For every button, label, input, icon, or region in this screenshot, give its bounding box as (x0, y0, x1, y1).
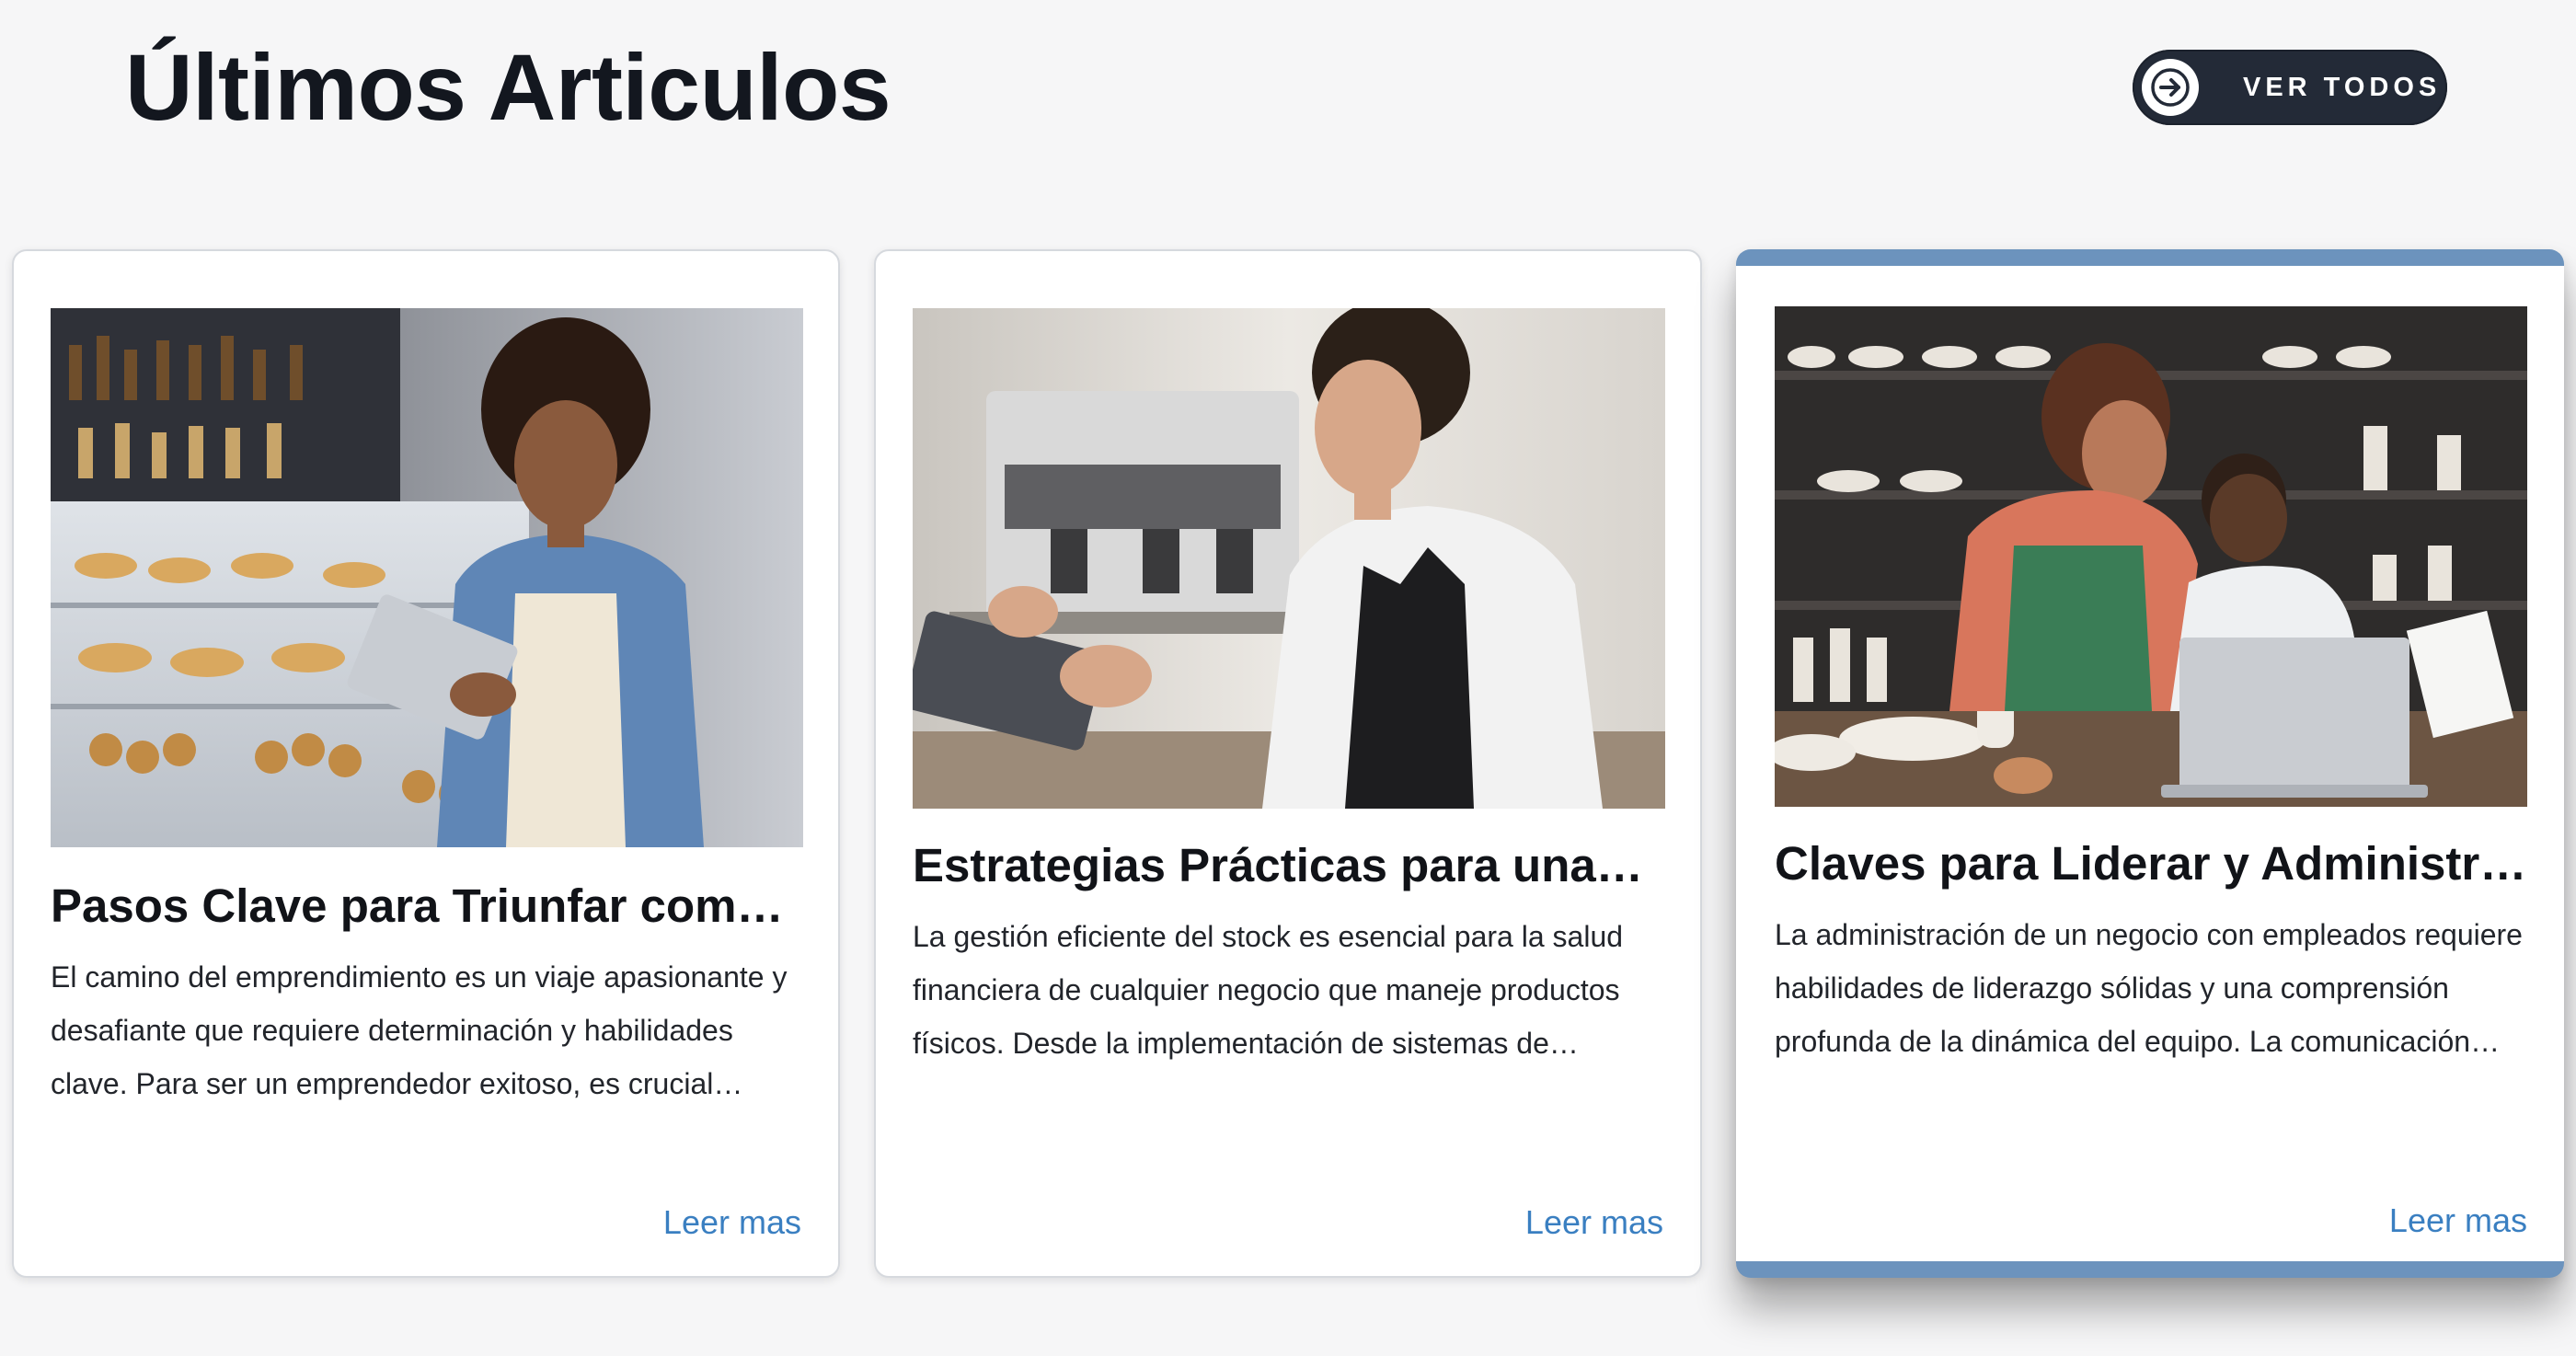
article-image[interactable] (1775, 306, 2527, 807)
article-title[interactable]: Claves para Liderar y Administrar … (1775, 834, 2527, 893)
article-excerpt: La gestión eficiente del stock es esenci… (913, 920, 1624, 1060)
article-card[interactable]: Pasos Clave para Triunfar como… El camin… (12, 249, 840, 1278)
article-image[interactable] (913, 308, 1665, 809)
article-excerpt: La administración de un negocio con empl… (1775, 918, 2523, 1058)
read-more-link[interactable]: Leer mas (1525, 1202, 1663, 1243)
article-card[interactable]: Claves para Liderar y Administrar … La a… (1736, 249, 2564, 1278)
read-more-link[interactable]: Leer mas (663, 1202, 801, 1243)
read-more-link[interactable]: Leer mas (2389, 1201, 2527, 1241)
article-image[interactable] (51, 308, 803, 847)
articles-grid: Pasos Clave para Triunfar como… El camin… (0, 0, 2576, 1356)
article-excerpt: El camino del emprendimiento es un viaje… (51, 960, 788, 1100)
article-title[interactable]: Estrategias Prácticas para una… (913, 836, 1665, 895)
article-card[interactable]: Estrategias Prácticas para una… La gesti… (874, 249, 1702, 1278)
article-title[interactable]: Pasos Clave para Triunfar como… (51, 877, 803, 936)
